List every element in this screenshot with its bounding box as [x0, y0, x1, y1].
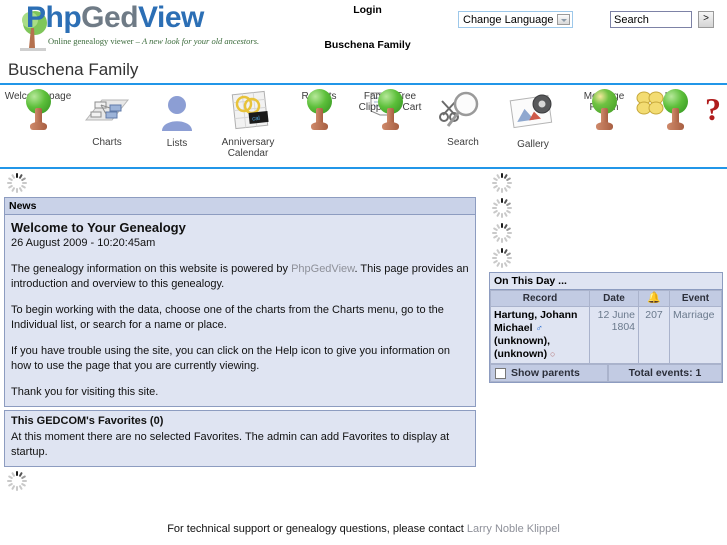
toolbar-label: Anniversary Calendar	[221, 137, 275, 159]
record-name-line3[interactable]: (unknown),	[494, 335, 550, 347]
on-this-day-footer: Show parents Total events: 1	[490, 364, 722, 382]
show-parents-label: Show parents	[511, 367, 580, 379]
phpgedview-link[interactable]: PhpGedView	[291, 263, 354, 275]
unknown-sex-symbol-icon: ○	[550, 349, 556, 359]
loading-spinner-icon	[6, 470, 28, 492]
table-row: Hartung, Johann Michael ♂ (unknown), (un…	[490, 306, 722, 364]
main-toolbar: Welcome page Charts Lists cal Anniversar…	[0, 85, 727, 167]
logo-tagline: Online genealogy viewer – A new look for…	[48, 36, 259, 46]
show-parents-checkbox[interactable]	[495, 367, 506, 379]
on-this-day-title: On This Day ...	[490, 273, 722, 290]
news-paragraph-2: To begin working with the data, choose o…	[11, 304, 444, 331]
header-center-column: Login Buschena Family	[300, 4, 435, 51]
news-block: News Welcome to Your Genealogy 26 August…	[4, 197, 476, 407]
login-link[interactable]: Login	[300, 4, 435, 16]
column-header-event[interactable]: Event	[669, 290, 722, 307]
news-paragraph-4: Thank you for visiting this site.	[11, 386, 159, 398]
search-input[interactable]	[610, 11, 692, 28]
column-header-record[interactable]: Record	[490, 290, 590, 307]
gallery-icon	[506, 94, 560, 137]
site-header: PhpGedView Online genealogy viewer – A n…	[0, 0, 727, 55]
search-submit-button[interactable]: >	[698, 11, 714, 28]
cell-anniversary-years: 207	[638, 306, 670, 364]
page-footer: For technical support or genealogy quest…	[0, 523, 727, 535]
favorites-block-body: This GEDCOM's Favorites (0) At this mome…	[5, 411, 475, 466]
show-parents-control[interactable]: Show parents	[490, 364, 608, 382]
gedcom-title: Buschena Family	[324, 39, 411, 51]
logo-php: Php	[26, 1, 82, 34]
favorites-title: This GEDCOM's Favorites (0)	[11, 415, 164, 427]
record-name-line2[interactable]: Michael	[494, 322, 533, 334]
charts-icon	[82, 99, 132, 135]
person-icon	[154, 96, 200, 136]
cell-record: Hartung, Johann Michael ♂ (unknown), (un…	[490, 306, 590, 364]
total-events-label: Total events: 1	[608, 364, 722, 382]
loading-spinner-icon	[491, 172, 513, 194]
tagline-plain: Online genealogy viewer –	[48, 36, 142, 46]
favorites-block: This GEDCOM's Favorites (0) At this mome…	[4, 410, 476, 467]
loading-spinner-icon	[6, 172, 28, 194]
svg-text:?: ?	[705, 92, 721, 126]
record-name-line1[interactable]: Hartung, Johann	[494, 309, 577, 321]
on-this-day-table: Record Date 🔔 Event Hartung, Johann Mich…	[490, 290, 722, 364]
loading-spinner-icon	[491, 197, 513, 219]
magnifier-icon	[441, 91, 485, 135]
svg-text:cal: cal	[252, 116, 260, 123]
news-headline: Welcome to Your Genealogy	[11, 220, 186, 235]
news-block-title: News	[5, 198, 475, 215]
logo-wordmark: PhpGedView	[26, 1, 204, 35]
favorites-empty-text: At this moment there are no selected Fav…	[11, 431, 450, 458]
male-symbol-icon: ♂	[535, 323, 543, 334]
footer-text: For technical support or genealogy quest…	[167, 523, 467, 535]
left-column: News Welcome to Your Genealogy 26 August…	[0, 169, 480, 495]
toolbar-item-help[interactable]: ? Help	[629, 89, 721, 130]
bell-icon: 🔔	[647, 292, 661, 304]
record-name-line4[interactable]: (unknown)	[494, 348, 547, 360]
on-this-day-block: On This Day ... Record Date 🔔 Event Hart…	[489, 272, 723, 383]
column-header-date[interactable]: Date	[589, 290, 639, 307]
site-logo[interactable]: PhpGedView Online genealogy viewer – A n…	[8, 1, 268, 52]
logo-ged: Ged	[81, 1, 139, 34]
page-title: Buschena Family	[8, 60, 139, 79]
calendar-icon: cal	[223, 90, 273, 135]
main-content: News Welcome to Your Genealogy 26 August…	[0, 169, 727, 499]
chevron-down-icon[interactable]	[557, 14, 570, 25]
toolbar-label: Gallery	[517, 139, 549, 150]
right-column: On This Day ... Record Date 🔔 Event Hart…	[485, 169, 727, 386]
table-header-row: Record Date 🔔 Event	[490, 290, 722, 307]
contact-link[interactable]: Larry Noble Klippel	[467, 523, 560, 535]
tagline-italic: A new look for your old ancestors.	[141, 36, 260, 46]
change-language-value: Change Language	[463, 14, 554, 26]
news-paragraph-3: If you have trouble using the site, you …	[11, 345, 451, 372]
cell-event: Marriage	[669, 306, 722, 364]
change-language-select[interactable]: Change Language	[458, 11, 573, 28]
news-paragraph-1: The genealogy information on this websit…	[11, 262, 469, 292]
logo-view: View	[138, 1, 204, 34]
news-p1-before: The genealogy information on this websit…	[11, 263, 292, 275]
cell-date: 12 June 1804	[589, 306, 639, 364]
loading-spinner-icon	[491, 247, 513, 269]
loading-spinner-icon	[491, 222, 513, 244]
news-block-body: Welcome to Your Genealogy 26 August 2009…	[5, 215, 475, 406]
news-timestamp: 26 August 2009 - 10:20:45am	[11, 237, 156, 249]
column-header-anniversary[interactable]: 🔔	[638, 290, 670, 307]
